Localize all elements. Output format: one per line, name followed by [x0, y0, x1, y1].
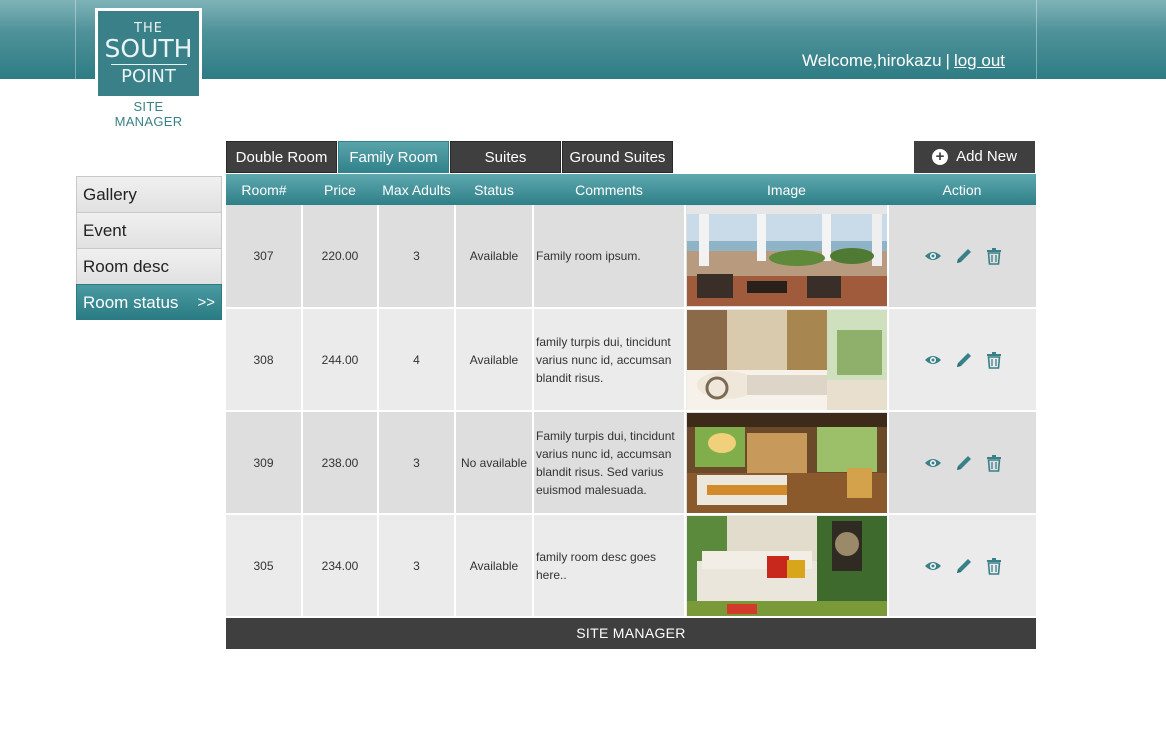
table-row: 307 220.00 3 Available Family room ipsum…: [226, 205, 1036, 309]
price-cell: 234.00: [302, 514, 379, 618]
header-divider: [75, 0, 76, 79]
room-photo[interactable]: [686, 412, 887, 513]
logo-south: SOUTH: [104, 33, 193, 63]
sidebar-item-gallery[interactable]: Gallery: [76, 176, 222, 212]
room-number-cell: 308: [226, 308, 303, 412]
footer-bar: SITE MANAGER: [226, 618, 1036, 649]
trash-icon[interactable]: [986, 454, 1002, 472]
column-header-room[interactable]: Room#: [226, 174, 302, 205]
room-table-container: Room# Price Max Adults Status Comments I…: [226, 174, 1036, 649]
column-header-status[interactable]: Status: [455, 174, 533, 205]
comment-cell: family turpis dui, tincidunt varius nunc…: [533, 308, 686, 412]
image-cell: [685, 308, 889, 412]
eye-icon[interactable]: [924, 560, 942, 572]
sidebar-nav: Gallery Event Room desc Room status >>: [76, 176, 222, 320]
price-cell: 220.00: [302, 205, 379, 309]
table-header-row: Room# Price Max Adults Status Comments I…: [226, 174, 1036, 205]
plus-circle-icon: +: [932, 149, 949, 165]
add-new-button[interactable]: + Add New: [914, 141, 1035, 173]
room-photo[interactable]: [686, 515, 887, 616]
active-arrow: >>: [197, 294, 215, 311]
sidebar-item-label: Gallery: [83, 185, 137, 204]
sidebar-item-label: Room status: [83, 293, 179, 312]
table-row: 305 234.00 3 Available family room desc …: [226, 514, 1036, 618]
price-cell: 238.00: [302, 411, 379, 515]
logo-subtitle: SITE MANAGER: [114, 99, 183, 129]
status-cell: No available: [455, 411, 534, 515]
status-cell: Available: [455, 514, 534, 618]
status-cell: Available: [455, 308, 534, 412]
column-header-action[interactable]: Action: [888, 174, 1036, 205]
room-number-cell: 309: [226, 411, 303, 515]
comment-cell: Family turpis dui, tincidunt varius nunc…: [533, 411, 686, 515]
eye-icon[interactable]: [924, 457, 942, 469]
tab-ground-suites[interactable]: Ground Suites: [562, 141, 673, 173]
logo-rule: [110, 63, 187, 65]
comment-cell: Family room ipsum.: [533, 205, 686, 309]
image-cell: [685, 514, 889, 618]
max-adults-cell: 3: [378, 205, 456, 309]
eye-icon[interactable]: [924, 250, 942, 262]
tab-double-room[interactable]: Double Room: [226, 141, 337, 173]
column-header-image[interactable]: Image: [685, 174, 888, 205]
tab-suites[interactable]: Suites: [450, 141, 561, 173]
price-cell: 244.00: [302, 308, 379, 412]
max-adults-cell: 3: [378, 514, 456, 618]
pencil-icon[interactable]: [955, 454, 973, 472]
logo-mark: THE SOUTH POINT: [98, 11, 199, 96]
max-adults-cell: 3: [378, 411, 456, 515]
sidebar-item-room-desc[interactable]: Room desc: [76, 248, 222, 284]
site-logo[interactable]: THE SOUTH POINT SITE MANAGER: [95, 8, 202, 129]
column-header-max-adults[interactable]: Max Adults: [378, 174, 455, 205]
action-cell: [888, 411, 1036, 515]
table-row: 308 244.00 4 Available family turpis dui…: [226, 308, 1036, 412]
sidebar-item-event[interactable]: Event: [76, 212, 222, 248]
pencil-icon[interactable]: [955, 247, 973, 265]
room-table: Room# Price Max Adults Status Comments I…: [226, 174, 1036, 618]
room-number-cell: 307: [226, 205, 303, 309]
room-number-cell: 305: [226, 514, 303, 618]
column-header-price[interactable]: Price: [302, 174, 378, 205]
action-cell: [888, 514, 1036, 618]
image-cell: [685, 411, 889, 515]
column-header-comments[interactable]: Comments: [533, 174, 685, 205]
image-cell: [685, 205, 889, 309]
room-type-tabs: Double Room Family Room Suites Ground Su…: [226, 141, 674, 173]
tab-family-room[interactable]: Family Room: [338, 141, 449, 173]
logo-the: THE: [134, 20, 163, 36]
trash-icon[interactable]: [986, 247, 1002, 265]
pencil-icon[interactable]: [955, 557, 973, 575]
action-cell: [888, 205, 1036, 309]
logo-point: POINT: [121, 65, 176, 87]
max-adults-cell: 4: [378, 308, 456, 412]
header-divider: [1036, 0, 1037, 79]
sidebar-item-label: Room desc: [83, 257, 169, 276]
status-cell: Available: [455, 205, 534, 309]
action-cell: [888, 308, 1036, 412]
room-photo[interactable]: [686, 206, 887, 306]
user-greeting: Welcome,hirokazu | log out: [802, 51, 1005, 71]
trash-icon[interactable]: [986, 557, 1002, 575]
eye-icon[interactable]: [924, 354, 942, 366]
table-row: 309 238.00 3 No available Family turpis …: [226, 411, 1036, 515]
pencil-icon[interactable]: [955, 351, 973, 369]
comment-cell: family room desc goes here..: [533, 514, 686, 618]
welcome-text: Welcome,hirokazu: [802, 51, 942, 70]
add-new-label: Add New: [956, 148, 1017, 165]
separator: |: [945, 51, 950, 70]
room-photo[interactable]: [686, 309, 887, 410]
sidebar-item-label: Event: [83, 221, 127, 240]
sidebar-item-room-status[interactable]: Room status >>: [76, 284, 222, 320]
trash-icon[interactable]: [986, 351, 1002, 369]
logout-link[interactable]: log out: [954, 51, 1005, 70]
